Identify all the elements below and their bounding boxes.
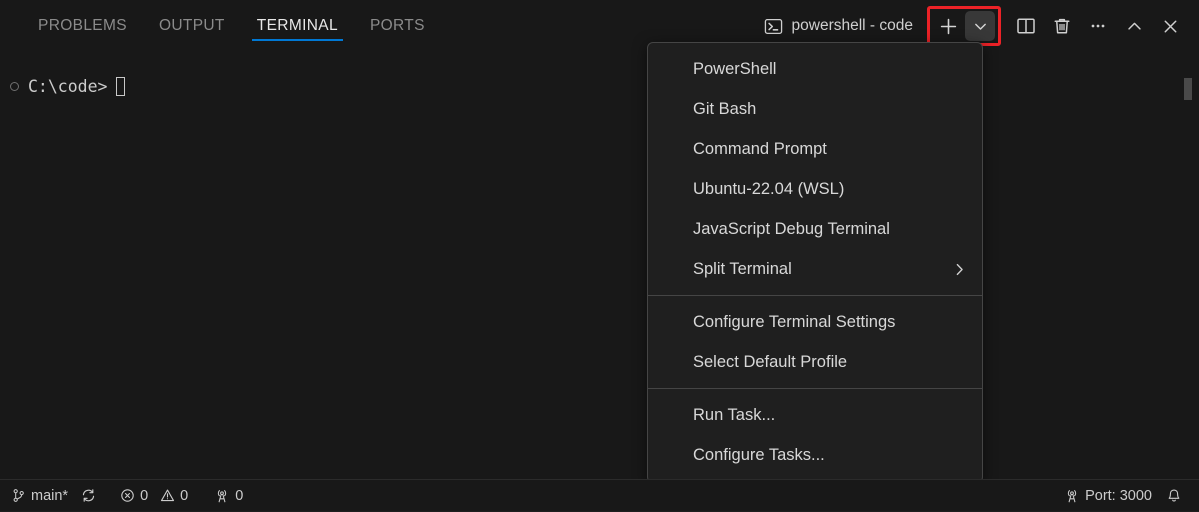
menu-group-settings: Configure Terminal Settings Select Defau… [648, 302, 982, 382]
radio-tower-icon [1064, 488, 1080, 504]
terminal-icon [764, 17, 783, 36]
status-bar-right: Port: 3000 [1057, 480, 1199, 512]
panel-tab-list: PROBLEMS OUTPUT TERMINAL PORTS [0, 0, 441, 52]
sync-icon [81, 488, 96, 503]
status-bar-port-forward[interactable]: Port: 3000 [1057, 480, 1159, 512]
radio-tower-icon [214, 488, 230, 504]
ellipsis-icon [1088, 16, 1108, 36]
terminal-scrollbar-thumb[interactable] [1184, 78, 1192, 100]
new-terminal-dropdown-button[interactable] [965, 11, 995, 41]
menu-item-configure-terminal-settings[interactable]: Configure Terminal Settings [648, 302, 982, 342]
active-terminal-label[interactable]: powershell - code [764, 17, 913, 36]
error-circle-icon [120, 488, 135, 503]
menu-item-git-bash[interactable]: Git Bash [648, 89, 982, 129]
menu-group-tasks: Run Task... Configure Tasks... [648, 395, 982, 475]
kill-terminal-button[interactable] [1047, 11, 1077, 41]
status-bar-ports[interactable]: 0 [207, 480, 250, 512]
status-bar: main* 0 [0, 479, 1199, 511]
terminal-prompt-line: C:\code> [10, 77, 125, 96]
tab-ports[interactable]: PORTS [354, 0, 441, 52]
menu-item-ubuntu-wsl[interactable]: Ubuntu-22.04 (WSL) [648, 169, 982, 209]
tab-terminal[interactable]: TERMINAL [241, 0, 354, 52]
close-icon [1161, 17, 1180, 36]
menu-item-select-default-profile[interactable]: Select Default Profile [648, 342, 982, 382]
more-actions-button[interactable] [1083, 11, 1113, 41]
menu-item-configure-tasks[interactable]: Configure Tasks... [648, 435, 982, 475]
status-bar-port-forward-label: Port: 3000 [1085, 488, 1152, 504]
active-terminal-name: powershell - code [792, 17, 913, 35]
status-bar-problems[interactable]: 0 0 [113, 480, 195, 512]
menu-item-label: Select Default Profile [693, 353, 847, 372]
trash-icon [1052, 16, 1072, 36]
status-bar-notifications[interactable] [1159, 480, 1189, 512]
status-bar-error-count: 0 [140, 488, 148, 504]
chevron-right-icon [951, 261, 968, 278]
menu-item-label: Configure Tasks... [693, 446, 825, 465]
chevron-down-icon [972, 18, 989, 35]
menu-item-label: Run Task... [693, 406, 775, 425]
menu-separator [648, 295, 982, 296]
tab-output[interactable]: OUTPUT [143, 0, 241, 52]
status-bar-branch-label: main* [31, 488, 68, 504]
tab-problems-label: PROBLEMS [38, 17, 127, 35]
menu-item-label: Command Prompt [693, 140, 827, 159]
source-control-branch-icon [11, 488, 26, 503]
bell-icon [1166, 488, 1182, 504]
tab-ports-label: PORTS [370, 17, 425, 35]
terminal-profile-dropdown-menu: PowerShell Git Bash Command Prompt Ubunt… [647, 42, 983, 483]
tab-terminal-label: TERMINAL [257, 17, 338, 35]
menu-group-profiles: PowerShell Git Bash Command Prompt Ubunt… [648, 49, 982, 289]
status-bar-ports-count: 0 [235, 488, 243, 504]
new-terminal-button[interactable] [933, 11, 963, 41]
menu-item-label: Ubuntu-22.04 (WSL) [693, 180, 844, 199]
menu-item-label: Configure Terminal Settings [693, 313, 895, 332]
split-terminal-button[interactable] [1011, 11, 1041, 41]
menu-item-label: Split Terminal [693, 260, 792, 279]
panel-toolbar: PROBLEMS OUTPUT TERMINAL PORTS [0, 0, 1199, 52]
tab-problems[interactable]: PROBLEMS [22, 0, 143, 52]
terminal-output-area[interactable]: C:\code> [0, 52, 1199, 479]
command-decoration-circle-icon[interactable] [10, 82, 19, 91]
status-bar-left: main* 0 [0, 480, 250, 512]
new-terminal-button-group [927, 6, 1001, 46]
status-bar-branch[interactable]: main* [4, 480, 103, 512]
close-panel-button[interactable] [1155, 11, 1185, 41]
split-panel-icon [1016, 16, 1036, 36]
menu-item-label: PowerShell [693, 60, 776, 79]
menu-item-label: Git Bash [693, 100, 756, 119]
menu-item-split-terminal[interactable]: Split Terminal [648, 249, 982, 289]
maximize-panel-button[interactable] [1119, 11, 1149, 41]
menu-item-command-prompt[interactable]: Command Prompt [648, 129, 982, 169]
menu-item-powershell[interactable]: PowerShell [648, 49, 982, 89]
menu-separator [648, 388, 982, 389]
terminal-cursor [116, 77, 125, 96]
menu-item-label: JavaScript Debug Terminal [693, 220, 890, 239]
terminal-prompt-text: C:\code> [28, 77, 107, 96]
menu-item-run-task[interactable]: Run Task... [648, 395, 982, 435]
tab-output-label: OUTPUT [159, 17, 225, 35]
terminal-panel: PROBLEMS OUTPUT TERMINAL PORTS [0, 0, 1199, 479]
chevron-up-icon [1125, 17, 1144, 36]
warning-triangle-icon [160, 488, 175, 503]
status-bar-warning-count: 0 [180, 488, 188, 504]
menu-item-javascript-debug-terminal[interactable]: JavaScript Debug Terminal [648, 209, 982, 249]
